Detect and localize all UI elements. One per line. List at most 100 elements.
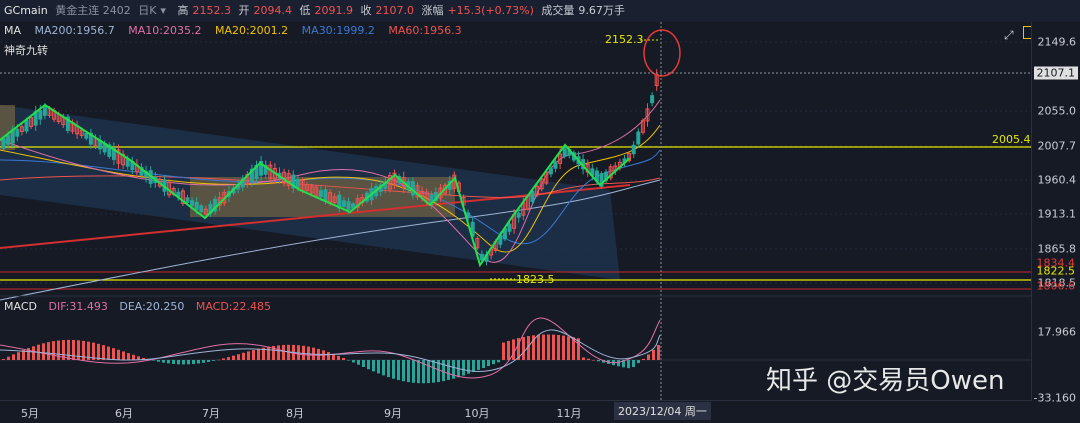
candle-body	[516, 212, 521, 218]
macd-bar	[2, 359, 5, 360]
chevron-down-icon: ▾	[160, 4, 166, 17]
macd-bar	[482, 360, 485, 369]
macd-bar	[197, 360, 200, 364]
macd-bar	[587, 358, 590, 360]
macd-bar	[647, 354, 650, 360]
macd-label[interactable]: MACD	[4, 300, 37, 313]
volume-label: 成交量	[541, 4, 575, 17]
macd-bar	[352, 360, 355, 363]
macd-bar	[167, 360, 170, 364]
candle-body	[42, 106, 47, 116]
macd-bar	[112, 348, 115, 360]
macd-bar	[7, 356, 10, 360]
macd-bar	[492, 360, 495, 365]
macd-bar	[32, 346, 35, 360]
macd-bar	[537, 334, 540, 360]
macd-bar	[177, 360, 180, 365]
candle-body	[650, 95, 655, 104]
month-label: 11月	[556, 407, 582, 420]
month-label: 6月	[115, 407, 133, 420]
candle-body	[1, 138, 6, 149]
macd-bar	[567, 336, 570, 360]
macd-bar	[452, 360, 455, 379]
macd-bar	[187, 360, 190, 365]
time-axis[interactable]: 5月 6月 7月 8月 9月 10月 11月 2023/12/04 周一	[0, 400, 1032, 423]
macd-tick: -33.160	[1033, 391, 1076, 405]
macd-bar	[462, 360, 465, 376]
ma10-value: MA10:2035.2	[128, 24, 202, 37]
macd-bar	[122, 351, 125, 360]
resistance-label: 2005.4	[992, 133, 1031, 146]
macd-bar	[132, 354, 135, 360]
macd-bar	[277, 345, 280, 360]
macd-bar	[547, 334, 550, 360]
price-tick: 2007.7	[1037, 139, 1077, 153]
close-label: 收	[360, 4, 372, 17]
macd-bar	[222, 358, 225, 360]
macd-bar	[102, 345, 105, 360]
indicator-name[interactable]: 神奇九转	[4, 42, 48, 58]
open-value: 2094.4	[253, 4, 292, 17]
macd-bar	[17, 352, 20, 360]
resize-icon[interactable]: ⤢	[1004, 28, 1014, 43]
current-price-badge: 2107.1	[1033, 66, 1078, 80]
macd-bar	[372, 360, 375, 372]
ma-legend: MA MA200:1956.7 MA10:2035.2 MA20:2001.2 …	[4, 24, 472, 37]
macd-bar	[72, 339, 75, 360]
macd-bar	[562, 335, 565, 360]
month-label: 10月	[464, 407, 490, 420]
macd-bar	[282, 344, 285, 360]
macd-bar	[127, 353, 130, 360]
macd-bar	[12, 354, 15, 360]
macd-bar	[392, 360, 395, 379]
period-selector[interactable]: 日K ▾	[138, 4, 170, 17]
candle-body	[636, 131, 641, 145]
macd-bar	[237, 354, 240, 360]
price-tick: 1865.8	[1037, 242, 1077, 256]
macd-bar	[552, 334, 555, 360]
candle-body	[185, 197, 190, 203]
ma-label[interactable]: MA	[4, 24, 21, 37]
macd-bar	[67, 339, 70, 360]
candle-body	[631, 144, 636, 155]
contract-name: 黄金主连 2402	[55, 4, 131, 17]
macd-bar	[592, 359, 595, 361]
macd-bar	[327, 352, 330, 360]
macd-bar	[357, 360, 360, 365]
price-tick: 1960.4	[1037, 173, 1077, 187]
watermark-text: 知乎 @交易员Owen	[766, 366, 1005, 396]
price-tick: 1913.1	[1037, 207, 1077, 221]
macd-bar	[432, 360, 435, 383]
chart-canvas[interactable]	[0, 0, 1032, 400]
candle-body	[346, 201, 351, 211]
macd-bar	[412, 360, 415, 383]
macd-bar	[117, 349, 120, 360]
price-axis[interactable]: 2149.6 2107.1 2055.0 2007.7 1960.4 1913.…	[1031, 22, 1080, 405]
macd-bar	[512, 339, 515, 360]
macd-bar	[267, 346, 270, 360]
symbol-code[interactable]: GCmain	[4, 4, 48, 17]
consolidation-box	[190, 177, 455, 217]
macd-bar	[447, 360, 450, 381]
candle-body	[15, 128, 20, 137]
candle-body	[553, 161, 558, 169]
candle-body	[341, 200, 346, 207]
macd-bar	[367, 360, 370, 370]
macd-bar	[247, 351, 250, 360]
macd-bar	[342, 357, 345, 360]
ma60-value: MA60:1956.3	[388, 24, 462, 37]
candle-body	[199, 205, 204, 213]
macd-bar	[387, 360, 390, 378]
macd-bar	[597, 360, 600, 362]
macd-bar	[217, 359, 220, 361]
price-tick: 2055.0	[1037, 104, 1077, 118]
macd-bar	[212, 360, 215, 361]
candle-body	[323, 189, 328, 202]
high-value: 2152.3	[192, 4, 231, 17]
macd-bar	[397, 360, 400, 381]
macd-bar	[652, 349, 655, 360]
high-circle	[643, 29, 681, 77]
quote-header: GCmain 黄金主连 2402 日K ▾ 高 2152.3 开 2094.4 低 20…	[0, 0, 1080, 22]
candle-body	[24, 119, 29, 132]
macd-bar	[377, 360, 380, 374]
